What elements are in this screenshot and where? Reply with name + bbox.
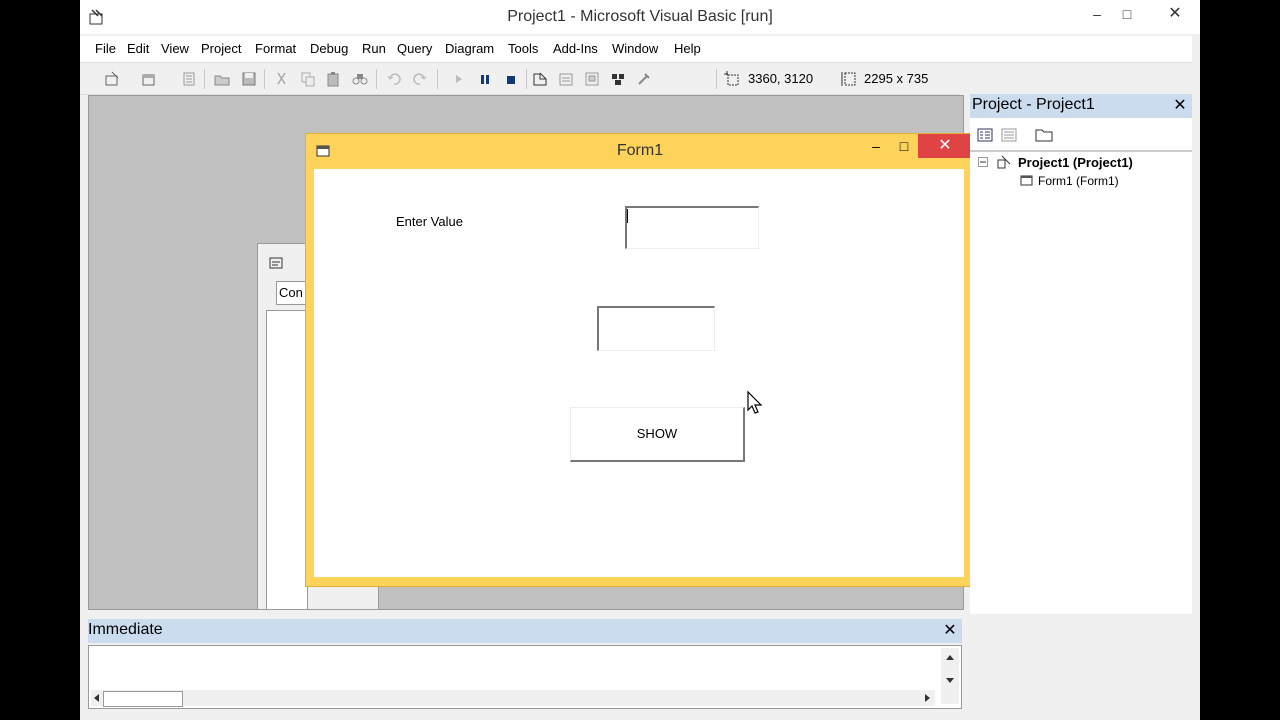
tree-item-project1[interactable]: Project1 (Project1) bbox=[1018, 155, 1133, 170]
close-button[interactable]: ✕ bbox=[1152, 0, 1198, 28]
menu-diagram[interactable]: Diagram bbox=[445, 41, 494, 56]
form-layout-icon[interactable] bbox=[583, 70, 601, 88]
immediate-header: Immediate ✕ bbox=[88, 619, 962, 643]
object-browser-icon[interactable] bbox=[609, 70, 627, 88]
menu-tools[interactable]: Tools bbox=[508, 41, 538, 56]
scroll-right-icon[interactable] bbox=[923, 692, 933, 704]
immediate-close-button[interactable]: ✕ bbox=[940, 621, 960, 641]
scroll-up-icon[interactable] bbox=[944, 652, 956, 662]
code-window-icon bbox=[269, 257, 283, 269]
scroll-left-icon[interactable] bbox=[91, 692, 101, 704]
output-textbox[interactable] bbox=[597, 306, 715, 351]
size-readout: 2295 x 735 bbox=[864, 71, 929, 86]
text-caret bbox=[627, 209, 628, 223]
properties-icon[interactable] bbox=[557, 70, 575, 88]
project-panel-title: Project - Project1 bbox=[972, 96, 1095, 113]
maximize-button[interactable]: □ bbox=[1110, 0, 1144, 28]
size-icon bbox=[841, 72, 856, 86]
form1-client-area: Enter Value SHOW bbox=[314, 169, 964, 577]
project-explorer-panel: Project - Project1 ✕ Project1 (Project1)… bbox=[970, 94, 1192, 614]
project-panel-toolbar bbox=[970, 122, 1192, 152]
scroll-down-icon[interactable] bbox=[944, 676, 956, 686]
menu-editor-icon[interactable] bbox=[180, 70, 198, 88]
menu-help[interactable]: Help bbox=[674, 41, 701, 56]
menu-view[interactable]: View bbox=[161, 41, 189, 56]
project-explorer-icon[interactable] bbox=[531, 70, 549, 88]
project-panel-close-button[interactable]: ✕ bbox=[1170, 96, 1190, 116]
form1-close-button[interactable]: ✕ bbox=[918, 134, 972, 158]
standard-toolbar: 3360, 3120 2295 x 735 bbox=[80, 64, 960, 95]
start-icon[interactable] bbox=[450, 70, 468, 88]
window-title: Project1 - Microsoft Visual Basic [run] bbox=[507, 8, 773, 25]
view-object-icon[interactable] bbox=[1000, 126, 1018, 144]
scroll-thumb[interactable] bbox=[103, 691, 183, 707]
end-icon[interactable] bbox=[502, 70, 520, 88]
break-icon[interactable] bbox=[476, 70, 494, 88]
view-code-icon[interactable] bbox=[976, 126, 994, 144]
tree-item-form1[interactable]: Form1 (Form1) bbox=[1038, 174, 1119, 188]
position-icon bbox=[724, 71, 739, 86]
open-icon[interactable] bbox=[213, 70, 231, 88]
code-editor[interactable] bbox=[266, 310, 308, 609]
form1-minimize-button[interactable]: – bbox=[862, 134, 890, 158]
show-button[interactable]: SHOW bbox=[570, 407, 745, 462]
menu-window[interactable]: Window bbox=[612, 41, 658, 56]
toggle-folders-icon[interactable] bbox=[1034, 126, 1054, 144]
position-readout: 3360, 3120 bbox=[748, 71, 814, 86]
menu-run[interactable]: Run bbox=[362, 41, 386, 56]
title-bar: Project1 - Microsoft Visual Basic [run] … bbox=[80, 0, 1200, 34]
enter-value-label: Enter Value bbox=[396, 214, 463, 229]
toolbox-icon[interactable] bbox=[635, 70, 653, 88]
menu-format[interactable]: Format bbox=[255, 41, 296, 56]
immediate-horizontal-scrollbar[interactable] bbox=[91, 690, 935, 707]
menu-file[interactable]: File bbox=[95, 41, 116, 56]
menu-add-ins[interactable]: Add-Ins bbox=[553, 41, 598, 56]
menu-bar: File Edit View Project Format Debug Run … bbox=[80, 36, 1192, 63]
paste-icon[interactable] bbox=[325, 70, 343, 88]
form1-maximize-button[interactable]: □ bbox=[890, 134, 918, 158]
immediate-window[interactable] bbox=[88, 645, 962, 709]
minimize-button[interactable]: – bbox=[1080, 0, 1114, 28]
form1-window: Form1 – □ ✕ Enter Value SHOW bbox=[305, 133, 975, 587]
menu-query[interactable]: Query bbox=[397, 41, 432, 56]
find-icon[interactable] bbox=[351, 70, 369, 88]
immediate-vertical-scrollbar[interactable] bbox=[941, 648, 959, 704]
project-icon bbox=[997, 155, 1011, 169]
collapse-icon[interactable] bbox=[978, 157, 988, 167]
save-icon[interactable] bbox=[240, 70, 258, 88]
add-form-icon[interactable] bbox=[140, 70, 158, 88]
add-project-icon[interactable] bbox=[104, 70, 122, 88]
vb-ide-window: Project1 - Microsoft Visual Basic [run] … bbox=[80, 0, 1200, 720]
menu-edit[interactable]: Edit bbox=[127, 41, 149, 56]
undo-icon[interactable] bbox=[385, 70, 403, 88]
redo-icon[interactable] bbox=[411, 70, 429, 88]
form-node-icon bbox=[1020, 175, 1033, 186]
copy-icon[interactable] bbox=[299, 70, 317, 88]
mouse-pointer-icon bbox=[747, 390, 763, 414]
cut-icon[interactable] bbox=[273, 70, 291, 88]
project-panel-header: Project - Project1 ✕ bbox=[970, 94, 1192, 118]
value-textbox[interactable] bbox=[625, 206, 759, 249]
immediate-title: Immediate bbox=[88, 621, 163, 638]
menu-project[interactable]: Project bbox=[201, 41, 241, 56]
menu-debug[interactable]: Debug bbox=[310, 41, 348, 56]
